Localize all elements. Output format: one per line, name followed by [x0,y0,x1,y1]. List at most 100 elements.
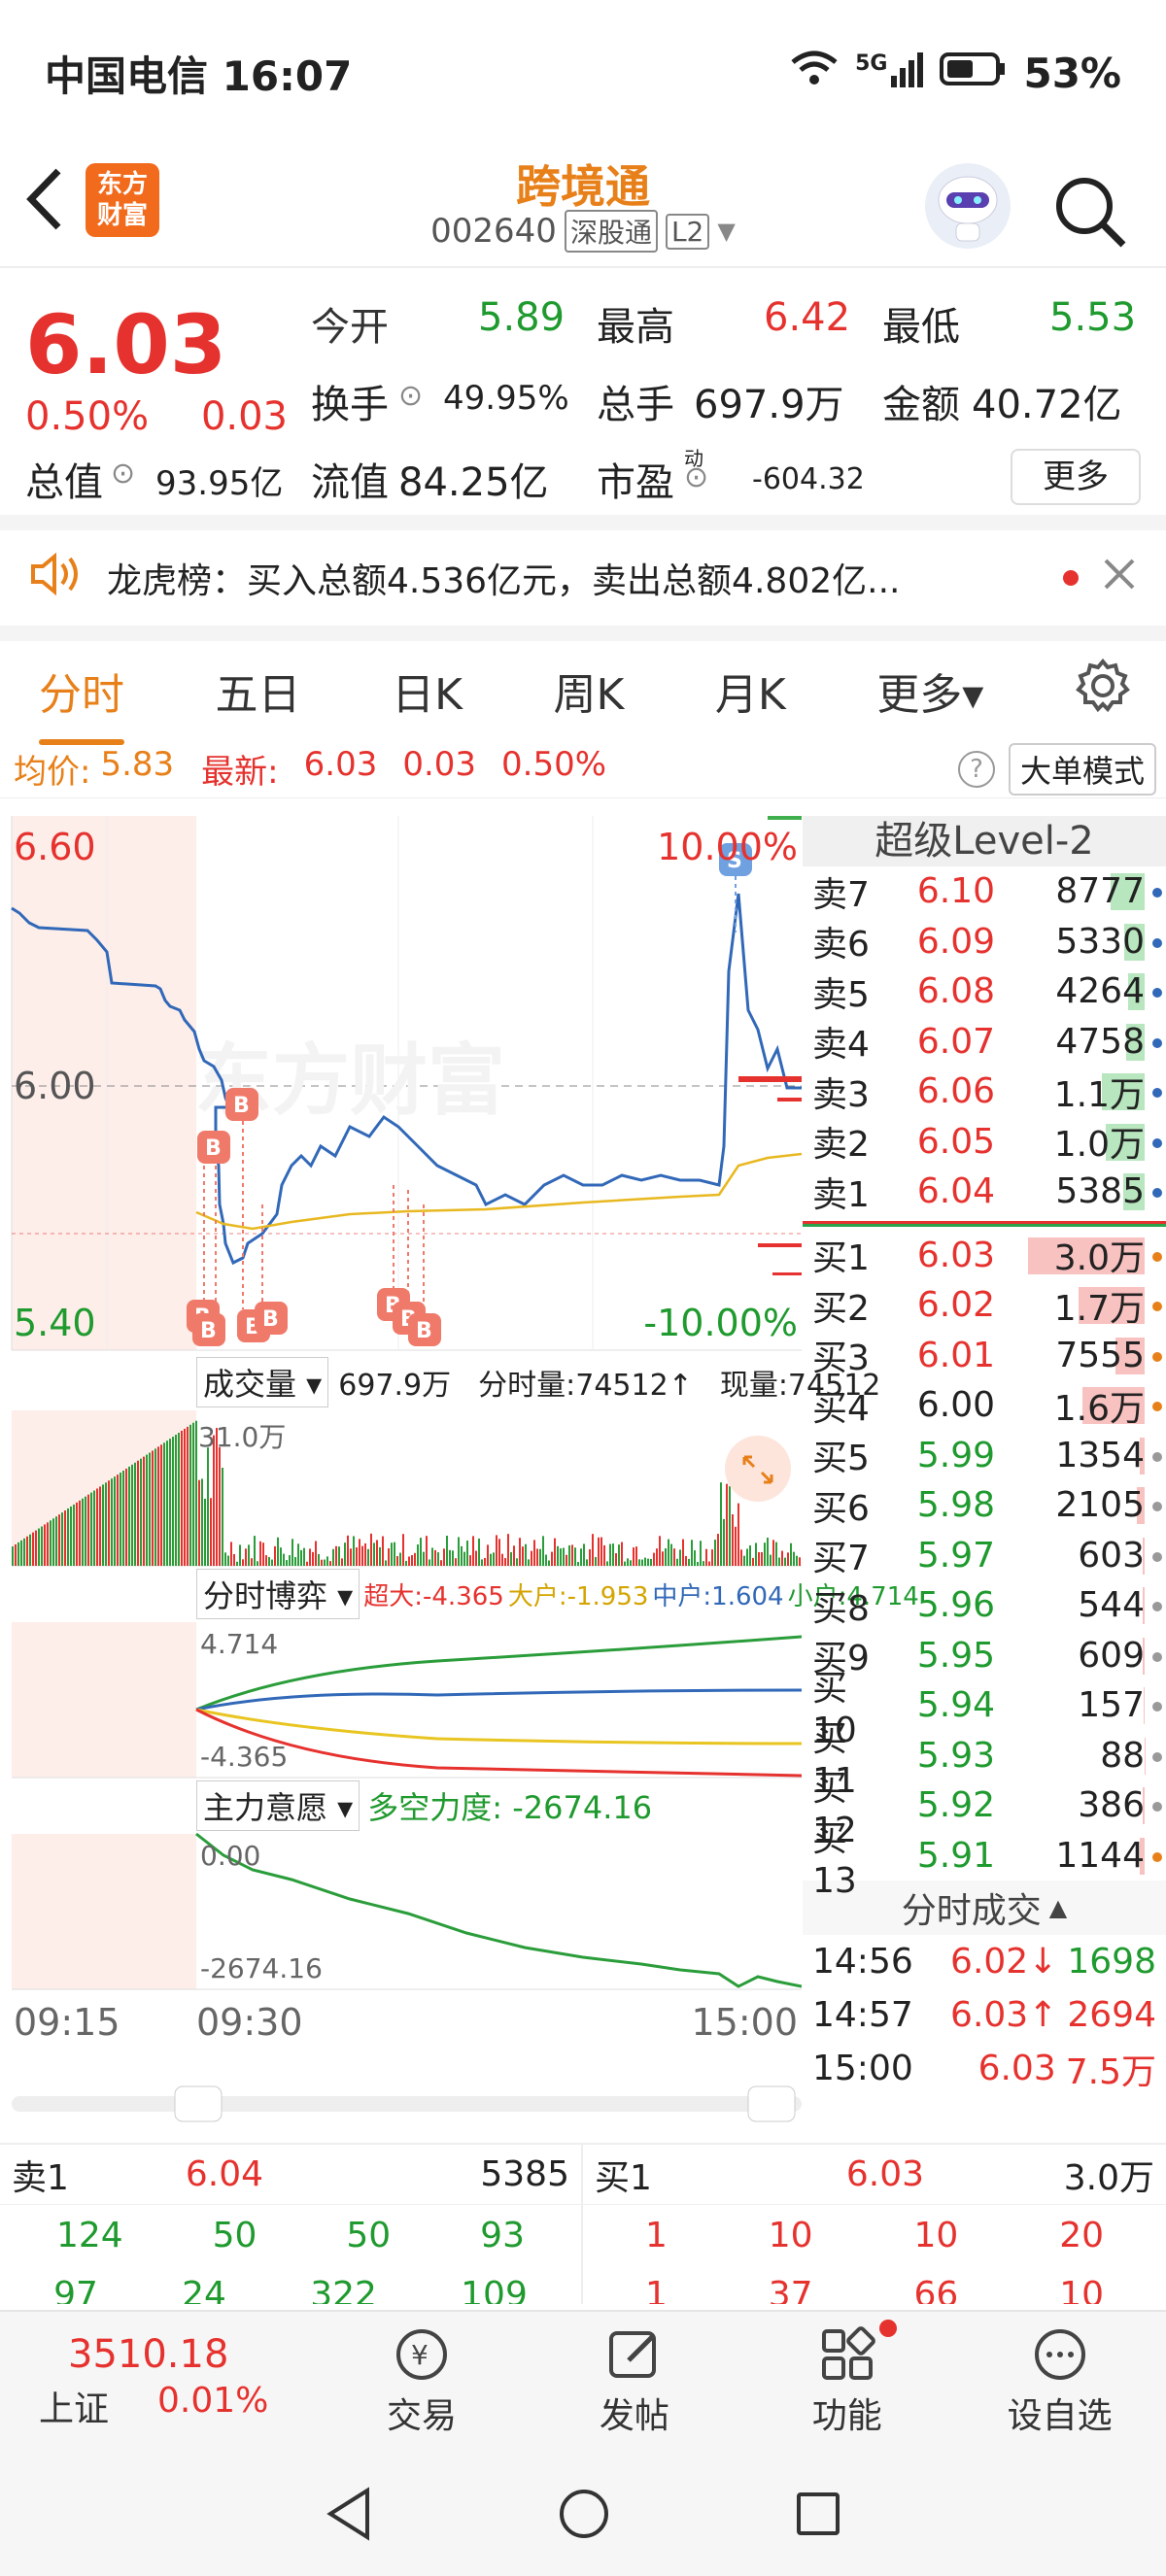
tab-five-day[interactable]: 五日 [216,660,301,722]
close-icon[interactable] [1102,557,1137,600]
volume-bar [347,1535,349,1566]
volume-bar [554,1538,556,1566]
price-axis-mid: 6.00 [14,1065,96,1107]
volume-bar [251,1558,253,1566]
volume-bar [726,1483,728,1566]
ask-row[interactable]: 卖6 6.09 5330 [803,917,1166,967]
volume-bar [157,1446,159,1566]
ask-row[interactable]: 卖5 6.08 4264 [803,966,1166,1017]
volume-bar [437,1552,439,1566]
gear-icon[interactable] [1075,658,1131,725]
tab-more[interactable]: 更多▾ [876,660,983,722]
volume-bar [598,1537,600,1566]
volume-bar [694,1550,696,1566]
book-volume: 88 [1100,1735,1145,1776]
intraday-chart[interactable]: 东方财富 B B B B B B B B B S [0,816,919,2147]
search-icon[interactable] [1053,175,1127,249]
last-price: 6.03 [25,297,227,392]
info-icon[interactable]: ⊙ [684,460,708,494]
volume-bar [41,1526,43,1566]
bid-row[interactable]: 买4 6.00 1.6万 [803,1380,1166,1431]
volume-bar [283,1553,285,1566]
volume-bar [233,1553,235,1566]
dragon-tiger-notice[interactable]: 龙虎榜：买入总额4.536亿元，卖出总额4.802亿... [0,530,1166,641]
book-volume: 609 [1078,1635,1145,1676]
ask-row[interactable]: 卖1 6.04 5385 [803,1167,1166,1217]
ask-row[interactable]: 卖4 6.07 4758 [803,1017,1166,1068]
volume-bar [787,1552,789,1566]
more-button[interactable]: 更多 [1011,449,1141,505]
nav-watchlist[interactable]: 设自选 [953,2312,1166,2452]
book-title[interactable]: 超级Level-2 [803,816,1166,866]
nav-trade[interactable]: ¥ 交易 [316,2312,529,2452]
volume-bar [737,1503,739,1566]
bid-row[interactable]: 买7 5.97 603 [803,1531,1166,1581]
low-label: 最低 [882,305,960,350]
pe-label: 市盈 [597,460,674,505]
will-indicator-button[interactable]: 主力意愿 ▾ [196,1780,360,1831]
book-level-label: 卖4 [812,1025,870,1066]
volume-bar [140,1458,142,1566]
bid-row[interactable]: 买3 6.01 7555 [803,1331,1166,1381]
ask-row[interactable]: 卖3 6.06 1.1万 [803,1067,1166,1117]
volume-bar [729,1485,731,1566]
bid-row[interactable]: 买8 5.96 544 [803,1580,1166,1631]
volume-bar [796,1555,798,1566]
volume-bar [519,1538,521,1566]
volume-bar [224,1552,226,1566]
volume-bar [303,1547,305,1566]
volume-bar [525,1543,527,1566]
period-tabs: 分时 五日 日K 周K 月K 更多▾ [0,641,1166,745]
ask-row[interactable]: 卖7 6.10 8777 [803,866,1166,917]
nav-function[interactable]: 功能 [740,2312,953,2452]
volume-bar [399,1552,401,1566]
volume-bar [446,1535,448,1566]
trade-volume: 1698 [1067,1942,1156,1982]
volume-bar [752,1557,754,1566]
ask-row[interactable]: 卖2 6.05 1.0万 [803,1117,1166,1168]
volume-bar [662,1551,664,1566]
volume-bar [647,1558,649,1566]
volume-bar [688,1558,690,1566]
volume-bar [775,1542,777,1566]
tab-weekly-k[interactable]: 周K [554,660,625,722]
book-price: 5.92 [916,1785,995,1826]
volume-bar [61,1512,63,1566]
big-order-mode-button[interactable]: 大单模式 [1008,742,1156,796]
tab-intraday[interactable]: 分时 [39,660,124,745]
volume-bar [324,1559,326,1566]
index-widget[interactable]: 3510.18 上证 0.01% [0,2312,316,2452]
bid-row[interactable]: 买5 5.99 1354 [803,1431,1166,1481]
expand-icon[interactable] [725,1436,791,1502]
chevron-up-icon: ▲ [1048,1894,1068,1921]
volume-bar [137,1460,139,1566]
volume-indicator-button[interactable]: 成交量 ▾ [196,1357,329,1407]
game-big: 大户:-1.953 [507,1581,649,1611]
queue-cell: 1 [644,2275,668,2304]
tab-daily-k[interactable]: 日K [392,660,463,722]
info-icon[interactable]: ⊙ [398,379,423,413]
game-indicator-button[interactable]: 分时博弈 ▾ [196,1569,360,1619]
volume-bar [612,1543,614,1566]
svg-text:B: B [205,1136,222,1161]
unread-dot [1063,570,1079,586]
bid-row[interactable]: 买13 5.91 1144 [803,1819,1166,1901]
bid-row[interactable]: 买6 5.98 2105 [803,1480,1166,1531]
recents-square-icon[interactable] [795,2491,841,2537]
info-icon[interactable]: ⊙ [111,457,135,491]
home-circle-icon[interactable] [558,2488,610,2540]
volume-bar [522,1546,524,1566]
nav-post[interactable]: 发帖 [528,2312,740,2452]
volume-bar [187,1426,189,1566]
carrier-time: 中国电信 16:07 [45,51,353,100]
time-scrollbar[interactable] [12,2096,802,2112]
bid-row[interactable]: 买1 6.03 3.0万 [803,1231,1166,1281]
tab-monthly-k[interactable]: 月K [715,660,786,722]
float-mv-label: 流值 [311,460,389,505]
bid-row[interactable]: 买2 6.02 1.7万 [803,1280,1166,1331]
scroll-handle-right[interactable] [747,2085,796,2122]
assistant-robot-icon[interactable] [925,163,1011,249]
help-icon[interactable]: ? [957,750,995,788]
scroll-handle-left[interactable] [174,2085,223,2122]
back-triangle-icon[interactable] [325,2487,373,2541]
